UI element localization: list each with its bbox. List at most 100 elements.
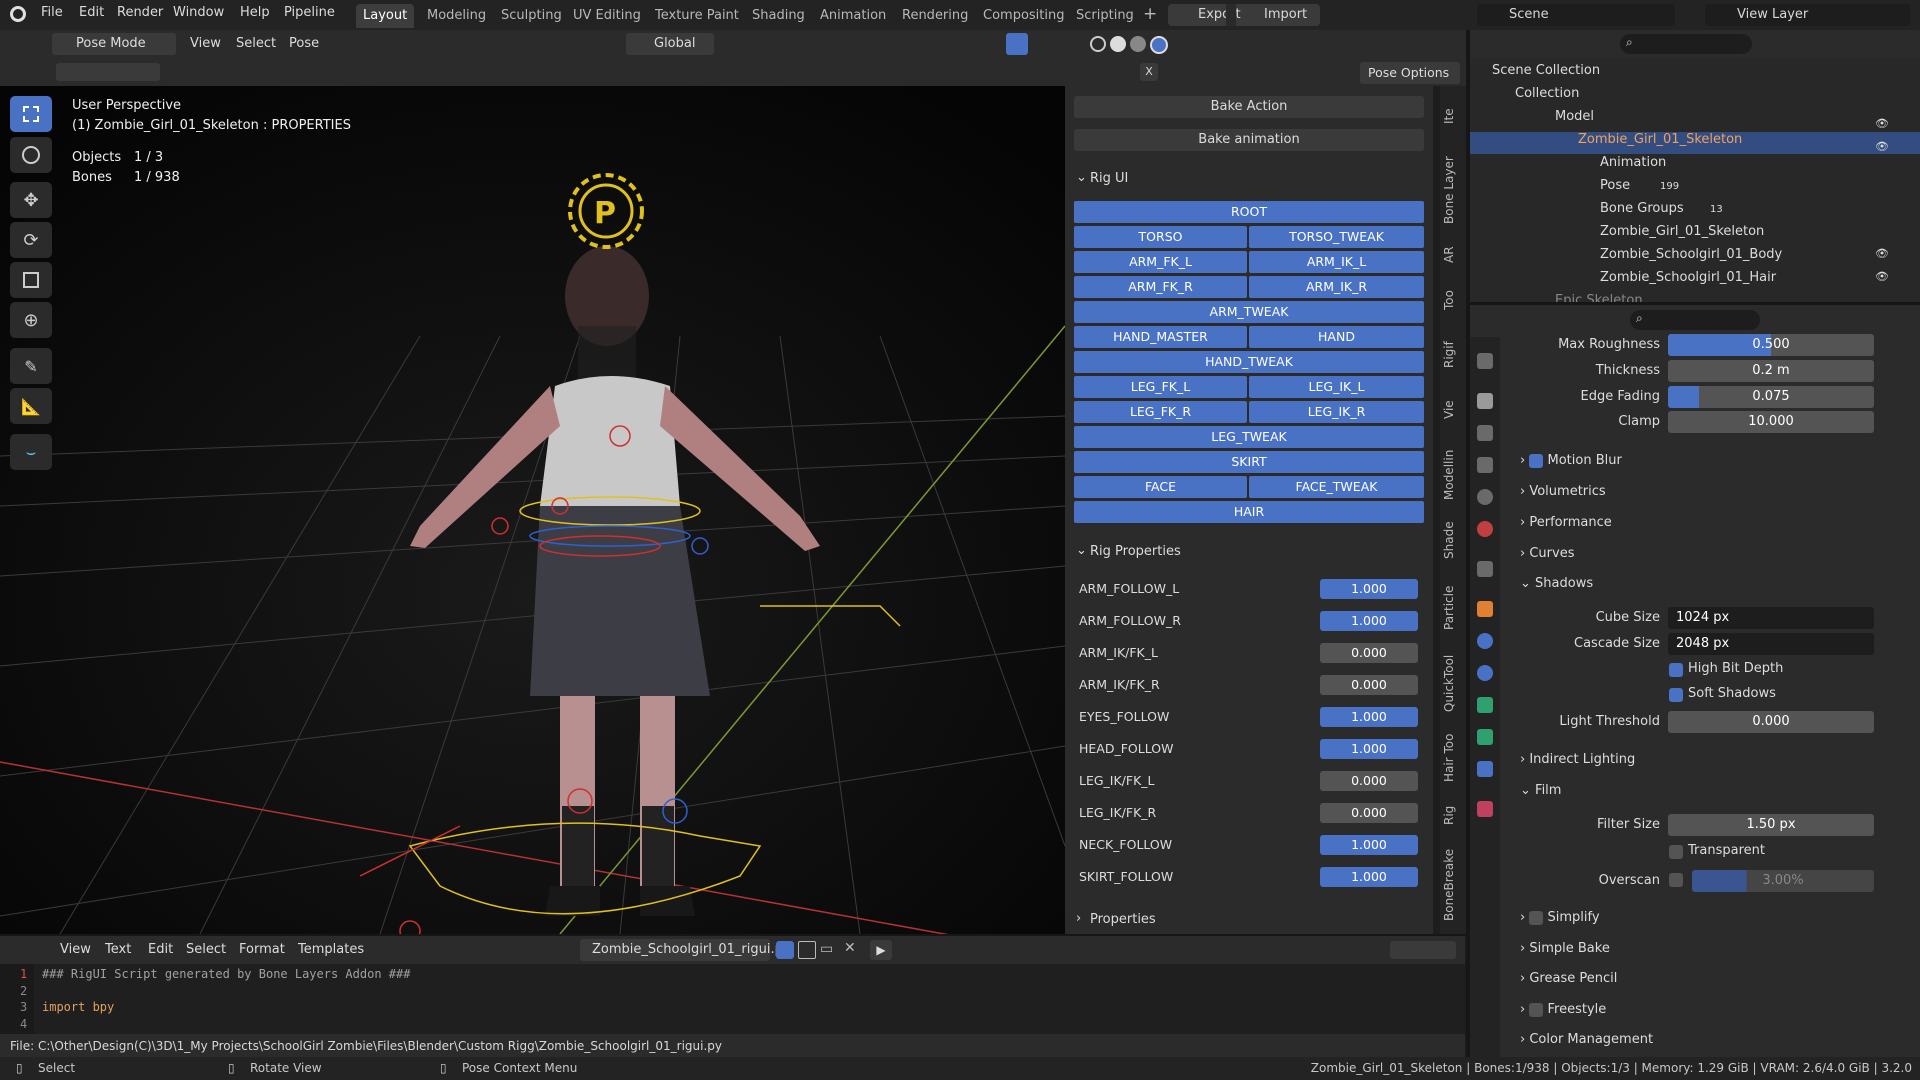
- tab-item[interactable]: Ite: [1442, 96, 1464, 136]
- indirect-lighting-panel[interactable]: › Indirect Lighting: [1520, 752, 1635, 767]
- rig-prop-value[interactable]: 1.000: [1320, 611, 1418, 631]
- rig-button-leg-fk-r[interactable]: LEG_FK_R: [1074, 401, 1247, 423]
- import-button[interactable]: Import: [1264, 7, 1307, 22]
- cube-size-dropdown[interactable]: 1024 px: [1668, 607, 1874, 629]
- bone-groups-label[interactable]: Bone Groups: [1600, 198, 1684, 220]
- max-roughness-field[interactable]: 0.500: [1668, 334, 1874, 356]
- annotate-tool-icon[interactable]: ✎: [10, 348, 52, 384]
- rig-prop-value[interactable]: 1.000: [1320, 579, 1418, 599]
- add-workspace-icon[interactable]: +: [1143, 4, 1157, 24]
- register-shield-icon[interactable]: [776, 941, 794, 959]
- tab-bonebreaker[interactable]: BoneBreake: [1442, 845, 1464, 925]
- filter-size-field[interactable]: 1.50 px: [1668, 814, 1874, 836]
- rig-button-root[interactable]: ROOT: [1074, 201, 1424, 223]
- rig-button-hair[interactable]: HAIR: [1074, 501, 1424, 523]
- menu-text[interactable]: Text: [105, 939, 131, 961]
- blender-logo-icon[interactable]: [10, 6, 26, 22]
- rig-button-torso[interactable]: TORSO: [1074, 226, 1247, 248]
- rotate-tool-icon[interactable]: ⟳: [10, 222, 52, 258]
- mode-dropdown[interactable]: Pose Mode: [52, 33, 176, 55]
- rig-button-leg-fk-l[interactable]: LEG_FK_L: [1074, 376, 1247, 398]
- scale-tool-icon[interactable]: [10, 262, 52, 298]
- wireframe-shading-icon[interactable]: [1090, 36, 1106, 52]
- menu-text-format[interactable]: Format: [239, 939, 285, 961]
- menu-text-edit[interactable]: Edit: [148, 939, 173, 961]
- object-tab-icon[interactable]: [1477, 601, 1493, 617]
- rig-button-arm-ik-r[interactable]: ARM_IK_R: [1249, 276, 1424, 298]
- selection-mode-buttons[interactable]: [56, 63, 160, 81]
- menu-window[interactable]: Window: [173, 5, 224, 20]
- pose-label[interactable]: Pose: [1600, 175, 1630, 197]
- menu-view[interactable]: View: [190, 33, 221, 55]
- visibility-eye-icon[interactable]: 👁: [1875, 247, 1889, 260]
- rig-button-leg-ik-r[interactable]: LEG_IK_R: [1249, 401, 1424, 423]
- rig-prop-value[interactable]: 0.000: [1320, 803, 1418, 823]
- outliner-search-input[interactable]: ⌕: [1620, 34, 1752, 54]
- overlay-toggle-icon[interactable]: [1006, 33, 1028, 55]
- light-threshold-field[interactable]: 0.000: [1668, 711, 1874, 733]
- tool-tab-icon[interactable]: [1477, 353, 1493, 369]
- rig-prop-value[interactable]: 0.000: [1320, 675, 1418, 695]
- model-collection-label[interactable]: Model: [1555, 106, 1594, 128]
- tab-view[interactable]: Vie: [1442, 390, 1464, 430]
- tab-ar[interactable]: AR: [1442, 240, 1464, 270]
- soft-shadows-checkbox[interactable]: [1669, 688, 1683, 702]
- grease-pencil-panel[interactable]: › Grease Pencil: [1520, 971, 1617, 986]
- tab-animation[interactable]: Animation: [813, 4, 893, 28]
- bake-animation-button[interactable]: Bake animation: [1074, 129, 1424, 151]
- menu-text-templates[interactable]: Templates: [298, 939, 364, 961]
- menu-text-view[interactable]: View: [60, 939, 91, 961]
- transparent-checkbox[interactable]: [1669, 845, 1683, 859]
- output-tab-icon[interactable]: [1477, 425, 1493, 441]
- animation-label[interactable]: Animation: [1600, 152, 1666, 174]
- menu-pose[interactable]: Pose: [289, 33, 319, 55]
- scene-collection-label[interactable]: Scene Collection: [1492, 60, 1600, 82]
- scene-selector[interactable]: Scene: [1477, 4, 1675, 26]
- solid-shading-icon[interactable]: [1110, 36, 1126, 52]
- skeleton-data-label[interactable]: Zombie_Girl_01_Skeleton: [1600, 221, 1764, 243]
- rig-ui-chevron-icon[interactable]: ⌄: [1076, 170, 1087, 185]
- rendered-shading-icon[interactable]: [1150, 36, 1168, 54]
- text-file-selector[interactable]: Zombie_Schoolgirl_01_rigui.py: [580, 939, 791, 961]
- simplify-checkbox[interactable]: [1529, 910, 1544, 925]
- rig-button-skirt[interactable]: SKIRT: [1074, 451, 1424, 473]
- properties-chevron-icon[interactable]: ›: [1076, 911, 1081, 926]
- tab-texture-paint[interactable]: Texture Paint: [648, 4, 746, 28]
- tab-tool[interactable]: Too: [1442, 280, 1464, 320]
- tab-rendering[interactable]: Rendering: [895, 4, 975, 28]
- rig-button-hand-master[interactable]: HAND_MASTER: [1074, 326, 1247, 348]
- rig-button-arm-tweak[interactable]: ARM_TWEAK: [1074, 301, 1424, 323]
- skeleton-object-label[interactable]: Zombie_Girl_01_Skeleton: [1578, 129, 1742, 151]
- visibility-eye-icon[interactable]: 👁: [1875, 270, 1889, 283]
- clamp-field[interactable]: 10.000: [1668, 411, 1874, 433]
- rig-button-hand-tweak[interactable]: HAND_TWEAK: [1074, 351, 1424, 373]
- code-line[interactable]: import bpy: [42, 1000, 114, 1014]
- bake-action-button[interactable]: Bake Action: [1074, 96, 1424, 118]
- rig-prop-value[interactable]: 1.000: [1320, 867, 1418, 887]
- color-management-panel[interactable]: › Color Management: [1520, 1032, 1653, 1047]
- physics-tab-icon[interactable]: [1477, 633, 1493, 649]
- motion-blur-checkbox[interactable]: [1529, 453, 1544, 468]
- orientation-dropdown[interactable]: Global: [626, 33, 714, 55]
- run-script-icon[interactable]: ▶: [870, 940, 892, 960]
- display-options-buttons[interactable]: [1390, 941, 1456, 959]
- bone-constraint-tab-icon[interactable]: [1477, 761, 1493, 777]
- tab-hair-tool[interactable]: Hair Too: [1442, 728, 1464, 788]
- menu-help[interactable]: Help: [240, 5, 270, 20]
- bone-tab-icon[interactable]: [1477, 729, 1493, 745]
- high-bit-depth-checkbox[interactable]: [1669, 663, 1683, 677]
- texture-tab-icon[interactable]: [1477, 801, 1493, 817]
- rig-button-arm-fk-r[interactable]: ARM_FK_R: [1074, 276, 1247, 298]
- cursor-tool-icon[interactable]: [10, 137, 52, 173]
- tab-uv-editing[interactable]: UV Editing: [566, 4, 648, 28]
- shadows-panel[interactable]: ⌄ Shadows: [1520, 576, 1593, 591]
- rig-button-torso-tweak[interactable]: TORSO_TWEAK: [1249, 226, 1424, 248]
- overscan-checkbox[interactable]: [1669, 873, 1683, 887]
- tab-rigify[interactable]: Rigif: [1442, 330, 1464, 380]
- volumetrics-panel[interactable]: › Volumetrics: [1520, 484, 1606, 499]
- armature-data-tab-icon[interactable]: [1477, 697, 1493, 713]
- bone-roll-tool-icon[interactable]: ⌣: [10, 434, 52, 470]
- scene-tab-icon[interactable]: [1477, 489, 1493, 505]
- rig-button-hand[interactable]: HAND: [1249, 326, 1424, 348]
- overscan-field[interactable]: 3.00%: [1692, 870, 1874, 892]
